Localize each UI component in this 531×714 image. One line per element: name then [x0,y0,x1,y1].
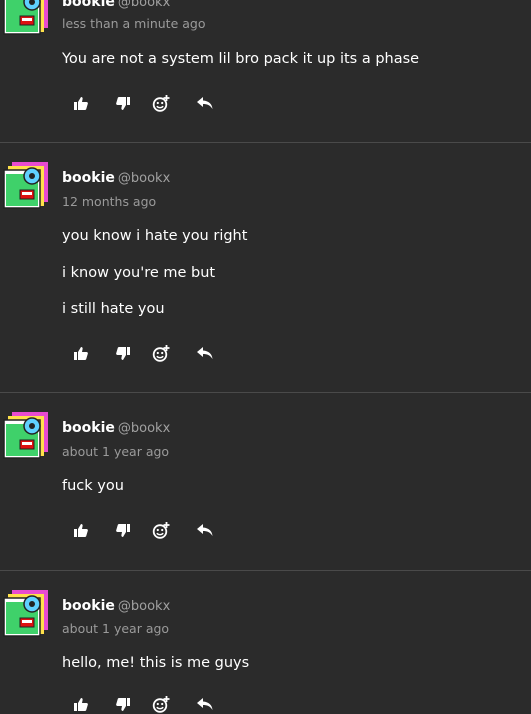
reply-arrow-icon [197,96,213,110]
reply-arrow-icon [197,346,213,360]
add-reaction-button[interactable] [150,93,172,113]
author-handle: @bookx [117,171,171,186]
post-author: bookie @bookx [62,598,170,614]
thumbs-down-icon [116,697,130,711]
add-emoji-icon [152,695,170,713]
post-timestamp: about 1 year ago [62,444,170,459]
thumbs-up-icon [74,346,88,360]
thumbs-down-icon [116,96,130,110]
author-name[interactable]: bookie [62,170,115,186]
author-handle: @bookx [117,599,171,614]
add-reaction-button[interactable] [150,694,172,714]
dislike-button[interactable] [112,694,134,714]
post-text-line: i still hate you [62,301,165,317]
like-button[interactable] [70,694,92,714]
post-text-line: you know i hate you right [62,228,248,244]
thumbs-up-icon [74,697,88,711]
author-name[interactable]: bookie [62,0,115,10]
thumbs-down-icon [116,523,130,537]
author-name[interactable]: bookie [62,420,115,436]
post-divider [0,142,531,143]
like-button[interactable] [70,343,92,363]
author-handle: @bookx [117,421,171,436]
like-button[interactable] [70,520,92,540]
add-emoji-icon [152,344,170,362]
post-author: bookie @bookx [62,420,170,436]
reply-button[interactable] [194,520,216,540]
like-button[interactable] [70,93,92,113]
thumbs-up-icon [74,96,88,110]
post-text-line: hello, me! this is me guys [62,655,250,671]
post-divider [0,392,531,393]
post-timestamp: about 1 year ago [62,621,170,636]
post-text-line: i know you're me but [62,265,216,281]
avatar[interactable] [2,0,52,36]
post-text-line: fuck you [62,478,124,494]
post-author: bookie @bookx [62,0,170,10]
reply-button[interactable] [194,343,216,363]
avatar[interactable] [2,410,52,460]
add-emoji-icon [152,94,170,112]
dislike-button[interactable] [112,520,134,540]
thumbs-down-icon [116,346,130,360]
reply-arrow-icon [197,697,213,711]
post-divider [0,570,531,571]
reply-arrow-icon [197,523,213,537]
post-text-line: You are not a system lil bro pack it up … [62,51,420,67]
post-timestamp: 12 months ago [62,194,157,209]
reply-button[interactable] [194,93,216,113]
reply-button[interactable] [194,694,216,714]
add-reaction-button[interactable] [150,343,172,363]
dislike-button[interactable] [112,93,134,113]
post-timestamp: less than a minute ago [62,16,206,31]
post-author: bookie @bookx [62,170,170,186]
add-emoji-icon [152,521,170,539]
avatar[interactable] [2,588,52,638]
avatar[interactable] [2,160,52,210]
author-name[interactable]: bookie [62,598,115,614]
dislike-button[interactable] [112,343,134,363]
thumbs-up-icon [74,523,88,537]
add-reaction-button[interactable] [150,520,172,540]
author-handle: @bookx [117,0,171,10]
